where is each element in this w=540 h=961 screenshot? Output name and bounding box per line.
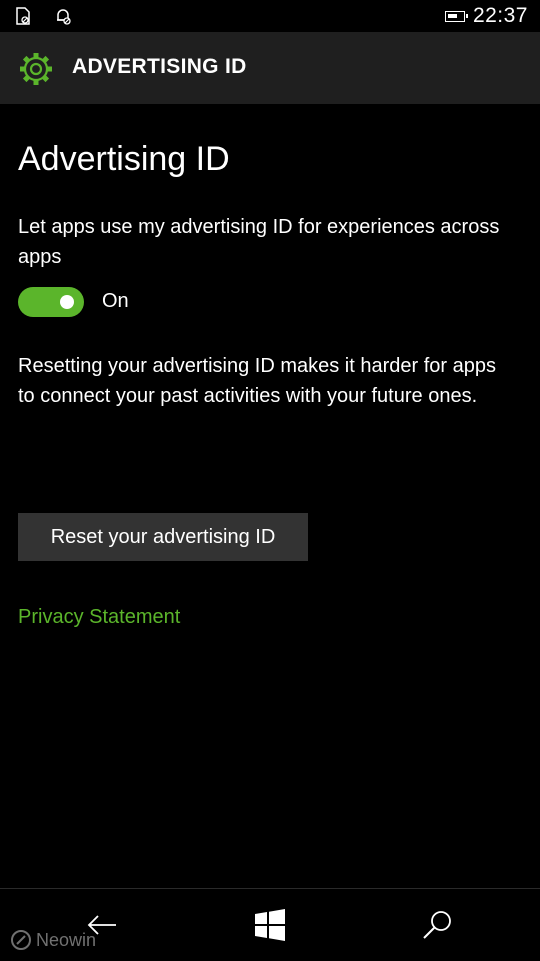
reset-description: Resetting your advertising ID makes it h… [18,355,496,407]
navigation-bar: Neowin [0,888,540,961]
notification-icon [54,7,72,30]
back-arrow-icon[interactable] [84,907,120,943]
clock: 22:37 [472,4,528,27]
battery-icon [444,10,468,22]
gear-icon [20,53,52,85]
page-title: Advertising ID [18,140,230,178]
neowin-logo-icon [11,930,31,950]
sim-icon [14,7,32,30]
status-bar: 22:37 [0,0,540,32]
header-title: ADVERTISING ID [72,55,247,78]
toggle-description: Let apps use my advertising ID for exper… [18,216,500,268]
toggle-knob [60,295,74,309]
privacy-statement-link[interactable]: Privacy Statement [18,606,180,629]
reset-advertising-id-button[interactable]: Reset your advertising ID [18,513,308,561]
page-header: ADVERTISING ID [0,32,540,104]
search-icon[interactable] [420,907,456,943]
toggle-state-label: On [102,290,129,312]
windows-logo-icon[interactable] [252,907,288,943]
advertising-id-toggle[interactable] [18,287,84,317]
